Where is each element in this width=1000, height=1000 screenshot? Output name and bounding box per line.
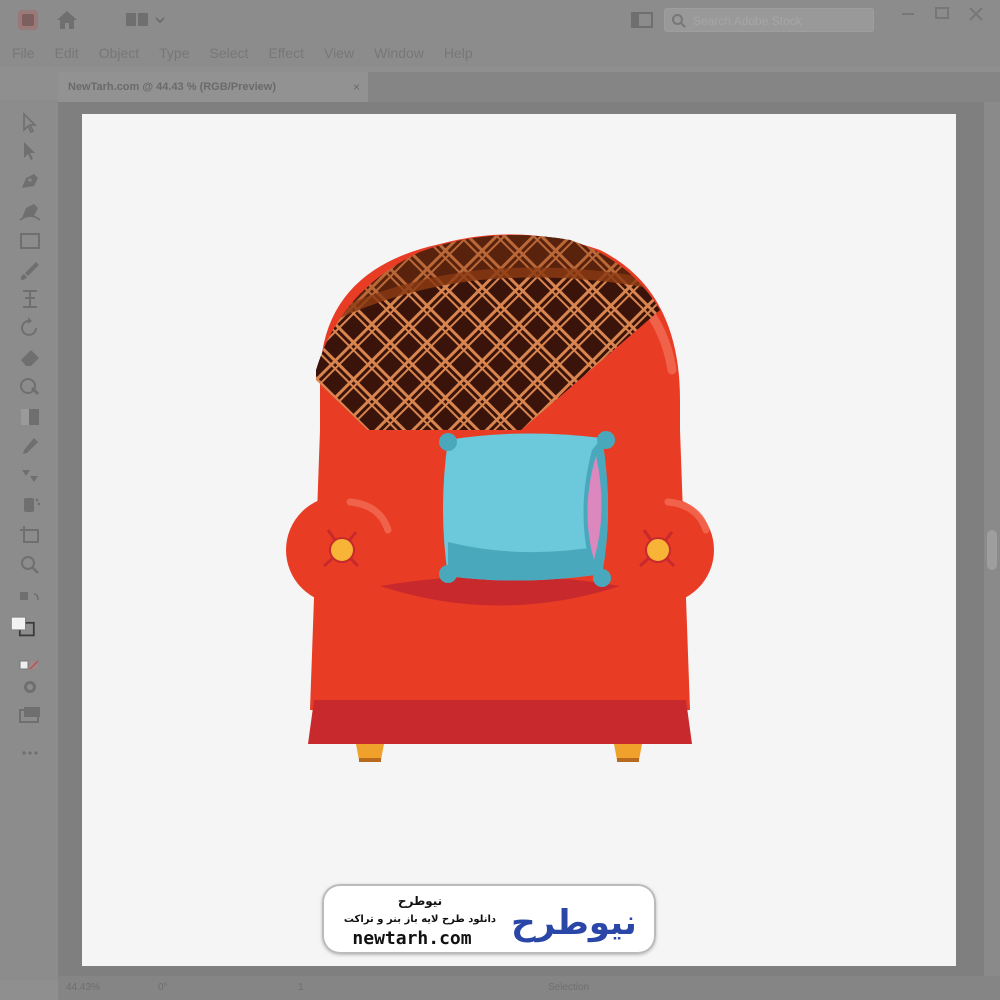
- blend-tool-icon[interactable]: [16, 462, 44, 488]
- search-field[interactable]: [664, 8, 874, 32]
- close-icon[interactable]: [964, 4, 988, 24]
- eyedropper-tool-icon[interactable]: [16, 434, 44, 460]
- menu-type[interactable]: Type: [159, 45, 189, 61]
- artboard-tool-icon[interactable]: [16, 522, 44, 548]
- curvature-tool-icon[interactable]: [16, 198, 44, 224]
- menu-select[interactable]: Select: [210, 45, 249, 61]
- watermark-url: newtarh.com: [352, 928, 471, 949]
- rectangle-tool-icon[interactable]: [16, 228, 44, 254]
- symbol-sprayer-tool-icon[interactable]: [16, 492, 44, 518]
- tools-panel: [0, 100, 58, 980]
- minimize-icon[interactable]: [896, 4, 920, 24]
- scroll-thumb[interactable]: [987, 530, 997, 570]
- fill-stroke-swatch[interactable]: [10, 614, 50, 646]
- pen-tool-icon[interactable]: [16, 168, 44, 194]
- search-input[interactable]: [693, 12, 863, 30]
- eraser-tool-icon[interactable]: [16, 344, 44, 370]
- screen-mode-icon[interactable]: [16, 702, 44, 728]
- title-bar: [0, 0, 1000, 40]
- swap-colors-icon[interactable]: [16, 588, 44, 614]
- direct-selection-tool-icon[interactable]: [16, 138, 44, 164]
- type-tool-icon[interactable]: [16, 286, 44, 312]
- brush-tool-icon[interactable]: [16, 258, 44, 284]
- draw-mode-icon[interactable]: [16, 674, 44, 700]
- menu-object[interactable]: Object: [99, 45, 139, 61]
- document-tab[interactable]: NewTarh.com @ 44.43 % (RGB/Preview) ×: [58, 72, 368, 102]
- watermark-logo: نیوطرح دانلود طرح لایه باز بنر و تراکت n…: [322, 884, 656, 954]
- restore-icon[interactable]: [930, 4, 954, 24]
- artboard-number[interactable]: 1: [298, 982, 304, 993]
- gradient-tool-icon[interactable]: [16, 404, 44, 430]
- shape-builder-tool-icon[interactable]: [16, 374, 44, 400]
- right-armrest: [606, 496, 714, 604]
- status-bar: 44.43% 0° 1 Selection: [58, 976, 1000, 1000]
- selection-tool-icon[interactable]: [16, 110, 44, 136]
- current-tool-label: Selection: [548, 982, 590, 993]
- menu-edit[interactable]: Edit: [55, 45, 79, 61]
- search-icon: [671, 13, 687, 29]
- tab-close-icon[interactable]: ×: [353, 80, 360, 94]
- armchair-illustration[interactable]: [280, 230, 720, 770]
- vertical-scrollbar[interactable]: [984, 102, 1000, 976]
- rotate-tool-icon[interactable]: [16, 314, 44, 340]
- illustrator-logo-icon: [18, 10, 38, 30]
- menu-effect[interactable]: Effect: [268, 45, 304, 61]
- menu-view[interactable]: View: [324, 45, 354, 61]
- watermark-name: نیوطرح: [398, 894, 442, 909]
- chair-leg-left: [356, 744, 384, 760]
- chair-base: [308, 700, 692, 744]
- zoom-level[interactable]: 44.43%: [66, 982, 100, 993]
- document-tab-title: NewTarh.com @ 44.43 % (RGB/Preview): [68, 81, 276, 93]
- more-tools-icon[interactable]: [16, 740, 44, 766]
- menu-bar: File Edit Object Type Select Effect View…: [0, 40, 1000, 66]
- menu-file[interactable]: File: [12, 45, 35, 61]
- watermark-tagline: دانلود طرح لایه باز بنر و تراکت: [344, 914, 496, 925]
- zoom-tool-icon[interactable]: [16, 552, 44, 578]
- panel-toggle-icon[interactable]: [630, 10, 654, 30]
- rotation-value[interactable]: 0°: [158, 982, 168, 993]
- home-icon[interactable]: [54, 8, 80, 32]
- menu-help[interactable]: Help: [444, 45, 473, 61]
- pillow: [439, 431, 615, 587]
- workspace-layout-icon[interactable]: [124, 10, 170, 30]
- watermark-logo-text: نیوطرح: [511, 903, 637, 943]
- chair-leg-right: [614, 744, 642, 760]
- document-tab-bar: NewTarh.com @ 44.43 % (RGB/Preview) ×: [58, 72, 1000, 102]
- menu-window[interactable]: Window: [374, 45, 424, 61]
